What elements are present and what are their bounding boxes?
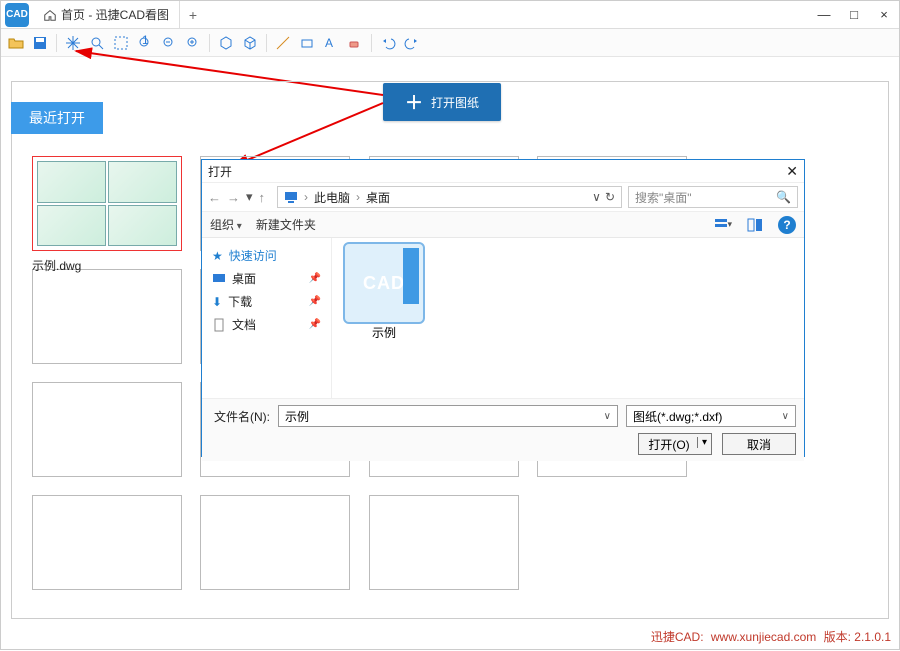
search-placeholder: 搜索"桌面" [635, 189, 692, 206]
dialog-nav-pane: ★快速访问 桌面📌 ⬇下载📌 文档📌 [202, 238, 332, 398]
annotate-icon[interactable]: A [320, 32, 342, 54]
selection-icon[interactable] [110, 32, 132, 54]
thumbnail-empty[interactable] [200, 495, 350, 590]
eraser-icon[interactable] [344, 32, 366, 54]
dialog-title: 打开 [208, 163, 232, 180]
minimize-button[interactable]: — [809, 7, 839, 22]
thumbnail-empty[interactable] [32, 495, 182, 590]
add-tab-button[interactable]: + [180, 7, 206, 23]
file-label: 示例 [338, 324, 430, 341]
nav-forward-button[interactable]: → [227, 190, 240, 205]
dialog-file-list[interactable]: CAD 示例 [332, 238, 804, 398]
desktop-icon [212, 272, 226, 286]
footer-version: 2.1.0.1 [854, 630, 891, 644]
undo-icon[interactable] [377, 32, 399, 54]
tab-title: 首页 - 迅捷CAD看图 [61, 6, 169, 23]
main-toolbar: 1 A [1, 29, 899, 57]
view3d-icon[interactable] [215, 32, 237, 54]
nav-history-dropdown[interactable]: ▾ [246, 189, 253, 205]
home-icon [43, 8, 57, 22]
nav-buttons: ← → ▾ ↑ [202, 189, 271, 205]
view3d-wire-icon[interactable] [239, 32, 261, 54]
footer-version-label: 版本: [824, 630, 851, 644]
recent-title: 最近打开 [11, 102, 103, 134]
pan-icon[interactable] [62, 32, 84, 54]
breadcrumb-seg[interactable]: 此电脑 [314, 189, 350, 206]
nav-downloads[interactable]: ⬇下载📌 [206, 290, 327, 313]
nav-documents[interactable]: 文档📌 [206, 313, 327, 336]
thumbnail-item[interactable] [32, 156, 182, 251]
filename-input[interactable]: 示例∨ [278, 405, 618, 427]
pin-icon: 📌 [309, 273, 321, 284]
toolbar-separator [56, 34, 57, 52]
open-file-dialog: 打开 ✕ ← → ▾ ↑ › 此电脑 › 桌面 ∨ ↻ 搜索"桌面" 🔍 组织 新… [201, 159, 805, 457]
measure-rect-icon[interactable] [296, 32, 318, 54]
document-icon [212, 318, 226, 332]
nav-desktop[interactable]: 桌面📌 [206, 267, 327, 290]
search-input[interactable]: 搜索"桌面" 🔍 [628, 186, 798, 208]
app-logo: CAD [5, 3, 29, 27]
pin-icon: 📌 [309, 296, 321, 307]
redo-icon[interactable] [401, 32, 423, 54]
tab-home[interactable]: 首页 - 迅捷CAD看图 [33, 1, 180, 28]
star-icon: ★ [212, 249, 223, 263]
new-folder-button[interactable]: 新建文件夹 [256, 216, 316, 233]
nav-quick-access[interactable]: ★快速访问 [206, 244, 327, 267]
refresh-icon[interactable]: ↻ [605, 190, 615, 204]
dialog-titlebar: 打开 ✕ [202, 160, 804, 182]
thumbnail-empty[interactable] [32, 382, 182, 477]
zoom-out-icon[interactable] [158, 32, 180, 54]
save-icon[interactable] [29, 32, 51, 54]
file-type-select[interactable]: 图纸(*.dwg;*.dxf)∨ [626, 405, 796, 427]
title-bar: CAD 首页 - 迅捷CAD看图 + — □ × [1, 1, 899, 29]
toolbar-separator [209, 34, 210, 52]
preview-pane-button[interactable] [746, 216, 764, 234]
nav-up-button[interactable]: ↑ [259, 190, 266, 205]
thumbnail-empty[interactable] [369, 495, 519, 590]
monitor-icon [284, 190, 298, 204]
open-button[interactable]: 打开(O) [638, 433, 712, 455]
maximize-button[interactable]: □ [839, 7, 869, 22]
thumbnail-empty[interactable] [32, 269, 182, 364]
dialog-bottom: 文件名(N): 示例∨ 图纸(*.dwg;*.dxf)∨ 打开(O) 取消 [202, 398, 804, 461]
dialog-close-button[interactable]: ✕ [786, 163, 798, 180]
filename-label: 文件名(N): [210, 408, 270, 425]
download-icon: ⬇ [212, 295, 222, 309]
nav-back-button[interactable]: ← [208, 190, 221, 205]
footer-brand: 迅捷CAD: [651, 630, 704, 644]
close-button[interactable]: × [869, 7, 899, 22]
svg-text:A: A [325, 36, 333, 50]
cad-file-icon: CAD [345, 244, 423, 322]
dialog-toolbar: 组织 新建文件夹 ▾ ? [202, 212, 804, 238]
cancel-button[interactable]: 取消 [722, 433, 796, 455]
path-dropdown-icon[interactable]: ∨ [592, 190, 601, 204]
breadcrumb-seg[interactable]: 桌面 [366, 189, 390, 206]
zoom-fit-icon[interactable]: 1 [134, 32, 156, 54]
view-mode-button[interactable]: ▾ [714, 216, 732, 234]
chevron-right-icon: › [356, 190, 360, 204]
window-controls: — □ × [809, 7, 899, 22]
dialog-body: ★快速访问 桌面📌 ⬇下载📌 文档📌 CAD 示例 [202, 238, 804, 398]
footer-url[interactable]: www.xunjiecad.com [711, 630, 816, 644]
toolbar-separator [371, 34, 372, 52]
zoom-in-icon[interactable] [182, 32, 204, 54]
file-item[interactable]: CAD 示例 [338, 244, 430, 341]
footer: 迅捷CAD: www.xunjiecad.com 版本: 2.1.0.1 [651, 628, 891, 645]
zoom-region-icon[interactable] [86, 32, 108, 54]
measure-line-icon[interactable] [272, 32, 294, 54]
thumbnail-caption: 示例.dwg [32, 257, 81, 274]
breadcrumb[interactable]: › 此电脑 › 桌面 ∨ ↻ [277, 186, 622, 208]
toolbar-separator [266, 34, 267, 52]
help-icon[interactable]: ? [778, 216, 796, 234]
search-icon: 🔍 [776, 190, 791, 204]
organize-menu[interactable]: 组织 [210, 216, 242, 233]
pin-icon: 📌 [309, 319, 321, 330]
svg-text:1: 1 [142, 35, 149, 47]
chevron-right-icon: › [304, 190, 308, 204]
dialog-address-bar: ← → ▾ ↑ › 此电脑 › 桌面 ∨ ↻ 搜索"桌面" 🔍 [202, 182, 804, 212]
open-file-icon[interactable] [5, 32, 27, 54]
